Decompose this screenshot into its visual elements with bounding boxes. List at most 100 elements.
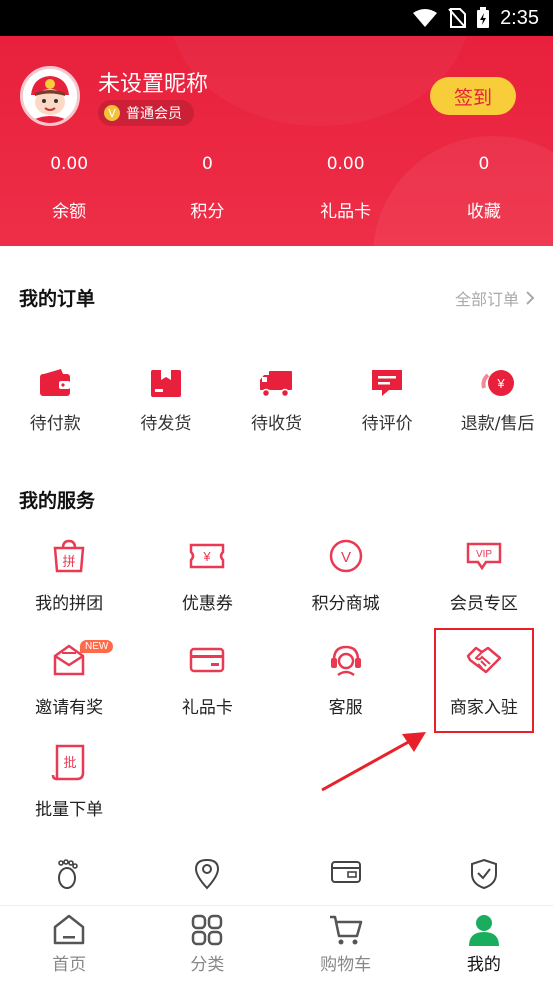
service-label: 优惠券 xyxy=(181,594,233,614)
service-group-buy[interactable]: 拼 我的拼团 xyxy=(0,536,138,614)
profile-header: 未设置昵称 V 普通会员 签到 0.00 余额 0 积分 0.00 礼品卡 0 … xyxy=(0,36,553,246)
stat-label: 积分 xyxy=(190,202,225,222)
screen: 2:35 未设置昵称 V 普通会员 签到 0.00 余额 0 积分 0.00 礼… xyxy=(0,0,553,983)
order-pending-receipt[interactable]: 待收货 xyxy=(221,366,332,434)
location-icon[interactable] xyxy=(193,858,221,890)
stat-favorites[interactable]: 0 收藏 xyxy=(415,154,553,222)
new-badge: NEW xyxy=(80,640,114,653)
shield-check-icon[interactable] xyxy=(470,858,498,890)
svg-text:¥: ¥ xyxy=(496,376,505,391)
service-bulk-order[interactable]: 批 批量下单 xyxy=(0,742,138,820)
package-icon xyxy=(150,370,181,397)
nav-label: 首页 xyxy=(52,955,87,975)
service-label: 我的拼团 xyxy=(35,594,104,614)
avatar-cartoon-icon xyxy=(23,69,77,123)
svg-text:¥: ¥ xyxy=(203,549,212,564)
truck-icon xyxy=(260,371,293,398)
service-label: 客服 xyxy=(328,698,363,718)
stat-points[interactable]: 0 积分 xyxy=(138,154,276,222)
order-item-label: 待评价 xyxy=(361,414,413,434)
stat-label: 礼品卡 xyxy=(320,202,372,222)
signin-button[interactable]: 签到 xyxy=(430,77,516,115)
service-vip-zone[interactable]: VIP 会员专区 xyxy=(415,536,553,614)
nav-label: 我的 xyxy=(466,955,501,975)
order-item-label: 待收货 xyxy=(250,414,302,434)
nav-home[interactable]: 首页 xyxy=(0,906,138,983)
services-row-3: 批 批量下单 xyxy=(0,742,553,820)
refund-icon: ¥ xyxy=(481,370,514,396)
status-time: 2:35 xyxy=(500,6,539,29)
all-orders-label: 全部订单 xyxy=(454,290,519,309)
order-pending-shipment[interactable]: 待发货 xyxy=(111,366,222,434)
stat-label: 余额 xyxy=(52,202,87,222)
stat-balance[interactable]: 0.00 余额 xyxy=(0,154,138,222)
avatar[interactable] xyxy=(20,66,80,126)
stats-row: 0.00 余额 0 积分 0.00 礼品卡 0 收藏 xyxy=(0,154,553,222)
home-icon xyxy=(53,914,85,945)
points-mall-icon: V xyxy=(329,539,362,573)
category-icon xyxy=(192,914,223,946)
user-icon xyxy=(468,915,499,946)
footprint-icon[interactable] xyxy=(53,858,85,890)
stat-gift-card[interactable]: 0.00 礼品卡 xyxy=(277,154,415,222)
service-invite-reward[interactable]: NEW 邀请有奖 xyxy=(0,640,138,718)
no-sim-icon xyxy=(448,8,467,28)
service-label: 批量下单 xyxy=(35,800,104,820)
chevron-right-icon xyxy=(526,291,535,305)
cart-icon xyxy=(329,915,362,945)
service-customer-service[interactable]: 客服 xyxy=(277,640,415,718)
nav-label: 分类 xyxy=(190,955,225,975)
svg-text:V: V xyxy=(341,549,351,566)
svg-text:批: 批 xyxy=(64,756,77,771)
order-item-label: 待发货 xyxy=(140,414,192,434)
service-points-mall[interactable]: V 积分商城 xyxy=(277,536,415,614)
service-coupon[interactable]: ¥ 优惠券 xyxy=(138,536,276,614)
stat-value: 0.00 xyxy=(326,154,365,174)
svg-text:拼: 拼 xyxy=(63,555,76,570)
group-buy-icon: 拼 xyxy=(53,539,85,573)
nickname[interactable]: 未设置昵称 xyxy=(98,66,208,98)
order-refund-aftersale[interactable]: ¥ 退款/售后 xyxy=(442,366,553,434)
nav-mine[interactable]: 我的 xyxy=(415,906,553,983)
comment-icon xyxy=(372,370,403,396)
member-level-label: 普通会员 xyxy=(126,106,182,122)
member-v-icon: V xyxy=(104,105,120,121)
bulk-order-icon: 批 xyxy=(51,744,85,781)
customer-service-icon xyxy=(330,645,361,677)
stat-label: 收藏 xyxy=(466,202,501,222)
order-status-row: 待付款 待发货 待收货 待评价 ¥ 退款/售后 xyxy=(0,366,553,434)
nav-label: 购物车 xyxy=(320,955,372,975)
order-pending-payment[interactable]: 待付款 xyxy=(0,366,111,434)
order-pending-review[interactable]: 待评价 xyxy=(332,366,443,434)
extra-services-row xyxy=(0,858,553,890)
vip-icon: VIP xyxy=(466,542,502,571)
highlight-box xyxy=(434,628,534,733)
annotation-arrow-icon xyxy=(321,732,426,792)
nav-cart[interactable]: 购物车 xyxy=(277,906,415,983)
wallet-card-icon[interactable] xyxy=(330,858,362,886)
svg-text:VIP: VIP xyxy=(476,549,492,560)
service-gift-card[interactable]: 礼品卡 xyxy=(138,640,276,718)
service-label: 会员专区 xyxy=(449,594,518,614)
services-title: 我的服务 xyxy=(19,490,96,512)
order-item-label: 退款/售后 xyxy=(460,414,535,434)
wifi-icon xyxy=(413,9,438,27)
service-label: 邀请有奖 xyxy=(35,698,104,718)
nav-category[interactable]: 分类 xyxy=(138,906,276,983)
bottom-nav: 首页 分类 购物车 我的 xyxy=(0,905,553,983)
member-level-badge: V 普通会员 xyxy=(98,100,194,126)
stat-value: 0.00 xyxy=(50,154,89,174)
all-orders-link[interactable]: 全部订单 xyxy=(455,286,535,310)
order-item-label: 待付款 xyxy=(29,414,81,434)
service-label: 积分商城 xyxy=(311,594,380,614)
orders-title: 我的订单 xyxy=(19,288,96,310)
services-row-1: 拼 我的拼团 ¥ 优惠券 V 积分商城 VIP 会员专区 xyxy=(0,536,553,614)
battery-charging-icon xyxy=(477,7,490,28)
stat-value: 0 xyxy=(478,154,490,174)
wallet-icon xyxy=(40,369,71,396)
status-bar: 2:35 xyxy=(0,0,553,36)
service-label: 礼品卡 xyxy=(181,698,233,718)
gift-card-icon xyxy=(190,647,225,673)
coupon-icon: ¥ xyxy=(190,543,225,569)
stat-value: 0 xyxy=(201,154,213,174)
